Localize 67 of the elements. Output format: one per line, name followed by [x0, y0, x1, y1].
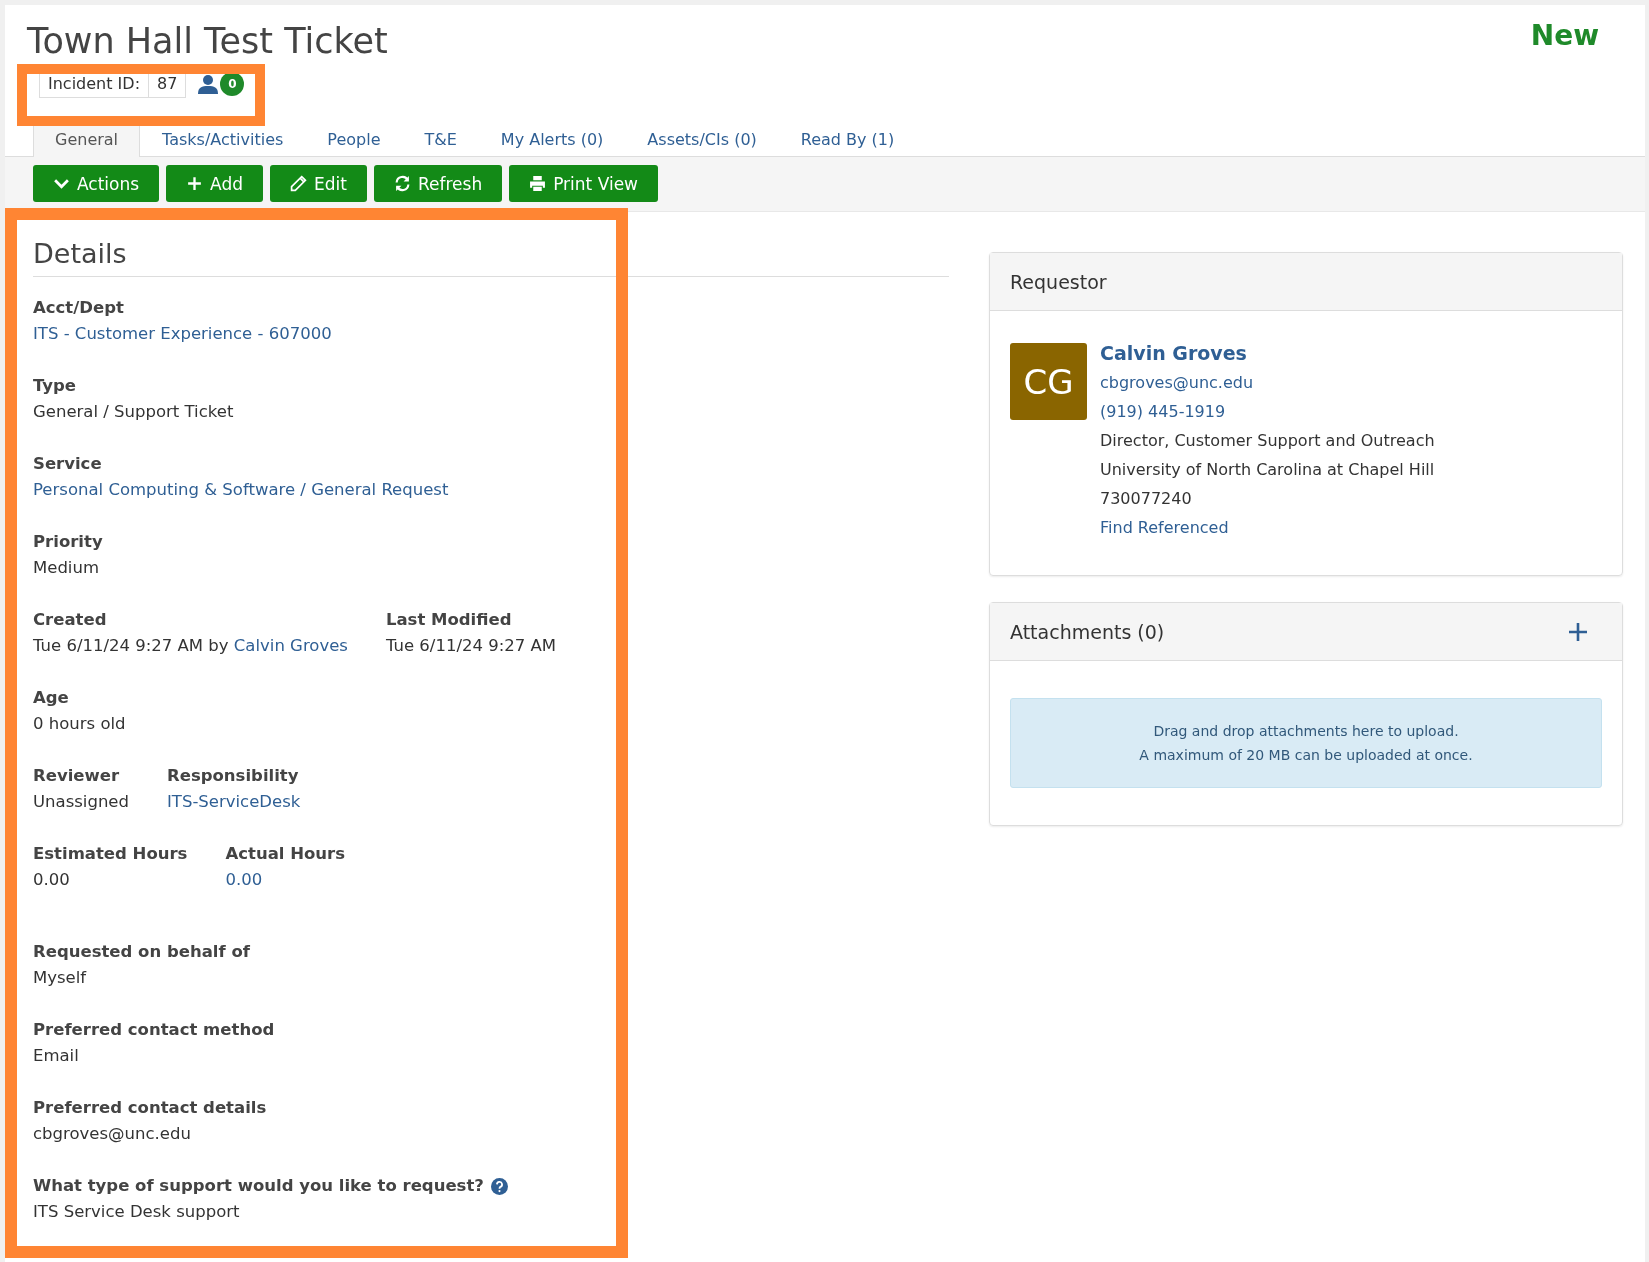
- field-value-link[interactable]: ITS - Customer Experience - 607000: [33, 324, 332, 343]
- job-title: Director, Customer Support and Outreach: [1100, 430, 1435, 452]
- plus-icon[interactable]: [1568, 621, 1588, 642]
- card-title: Requestor: [1010, 270, 1107, 293]
- field-label: Service: [33, 453, 103, 475]
- details-heading: Details: [33, 236, 949, 277]
- field-value: ITS Service Desk support: [33, 1202, 240, 1221]
- incident-id-value: 87: [156, 73, 179, 95]
- field-label: Priority: [33, 531, 103, 553]
- field-value: Tue 6/11/24 9:27 AM: [385, 636, 557, 655]
- field-value: Medium: [33, 558, 99, 577]
- phone-link[interactable]: (919) 445-1919: [1100, 397, 1226, 426]
- help-icon[interactable]: [490, 1177, 508, 1195]
- toolbar-button[interactable]: Edit: [270, 165, 367, 202]
- field-value-link[interactable]: ITS-ServiceDesk: [167, 792, 301, 811]
- field-value: General / Support Ticket: [33, 402, 234, 421]
- field-label: Type: [33, 375, 78, 397]
- avatar: CG: [1010, 343, 1087, 420]
- refresh-icon: [393, 175, 411, 192]
- tab[interactable]: Read By (1): [778, 120, 917, 157]
- drop-zone-text: A maximum of 20 MB can be uploaded at once.: [1139, 746, 1473, 765]
- field-label: Reviewer: [33, 765, 121, 787]
- field-value: Tue 6/11/24 9:27 AM by Calvin Groves: [33, 636, 348, 655]
- find-referenced-link[interactable]: Find Referenced: [1100, 513, 1229, 542]
- field-value: Email: [33, 1046, 79, 1065]
- tab[interactable]: My Alerts (0): [478, 120, 626, 157]
- organization: University of North Carolina at Chapel Hill: [1100, 459, 1435, 481]
- field-label: Estimated Hours: [33, 843, 188, 865]
- field-value-link[interactable]: Personal Computing & Software / General Request: [33, 480, 449, 499]
- field-value: 0 hours old: [33, 714, 126, 733]
- field-value-link[interactable]: 0.00: [225, 870, 263, 889]
- field-label: Acct/Dept: [33, 297, 125, 319]
- field-label: Preferred contact details: [33, 1097, 267, 1119]
- tab[interactable]: T&E: [402, 120, 479, 157]
- incident-id-label: Incident ID:: [40, 70, 150, 97]
- printer-icon: [529, 175, 547, 192]
- field-label: Requested on behalf of: [33, 941, 250, 963]
- person-icon[interactable]: [198, 73, 219, 94]
- field-label: Age: [33, 687, 70, 709]
- toolbar-button[interactable]: Add: [166, 165, 264, 202]
- ticket-title: Town Hall Test Ticket: [27, 20, 388, 63]
- toolbar-button[interactable]: Print View: [509, 165, 658, 202]
- tab[interactable]: Assets/CIs (0): [625, 120, 779, 157]
- field-value: cbgroves@unc.edu: [33, 1124, 191, 1143]
- requestor-name-link[interactable]: Calvin Groves: [1100, 338, 1247, 368]
- toolbar-button[interactable]: Refresh: [373, 165, 503, 202]
- toolbar-button[interactable]: Actions: [33, 165, 160, 202]
- field-label: What type of support would you like to request?: [33, 1175, 484, 1197]
- field-label: Last Modified: [385, 609, 513, 631]
- tab[interactable]: People: [305, 120, 403, 157]
- drop-zone[interactable]: Drag and drop attachments here to upload. A maximum of 20 MB can be uploaded at once.: [1010, 698, 1602, 788]
- field-label: Preferred contact method: [33, 1019, 275, 1041]
- email-link[interactable]: cbgroves@unc.edu: [1100, 368, 1254, 397]
- field-value: Unassigned: [33, 792, 129, 811]
- field-value: 0.00: [33, 870, 70, 889]
- drop-zone-text: Drag and drop attachments here to upload.: [1153, 722, 1459, 741]
- field-value: Myself: [33, 968, 87, 987]
- requestor-number: 730077240: [1100, 488, 1192, 510]
- field-label: Actual Hours: [225, 843, 346, 865]
- pencil-icon: [290, 175, 308, 192]
- ticket-status: New: [1530, 19, 1599, 53]
- plus-icon: [186, 175, 204, 192]
- tab[interactable]: Tasks/Activities: [140, 120, 306, 157]
- card-title: Attachments (0): [1010, 620, 1165, 643]
- person-link[interactable]: Calvin Groves: [233, 636, 348, 655]
- field-label: Responsibility: [167, 765, 300, 787]
- field-label: Created: [33, 609, 108, 631]
